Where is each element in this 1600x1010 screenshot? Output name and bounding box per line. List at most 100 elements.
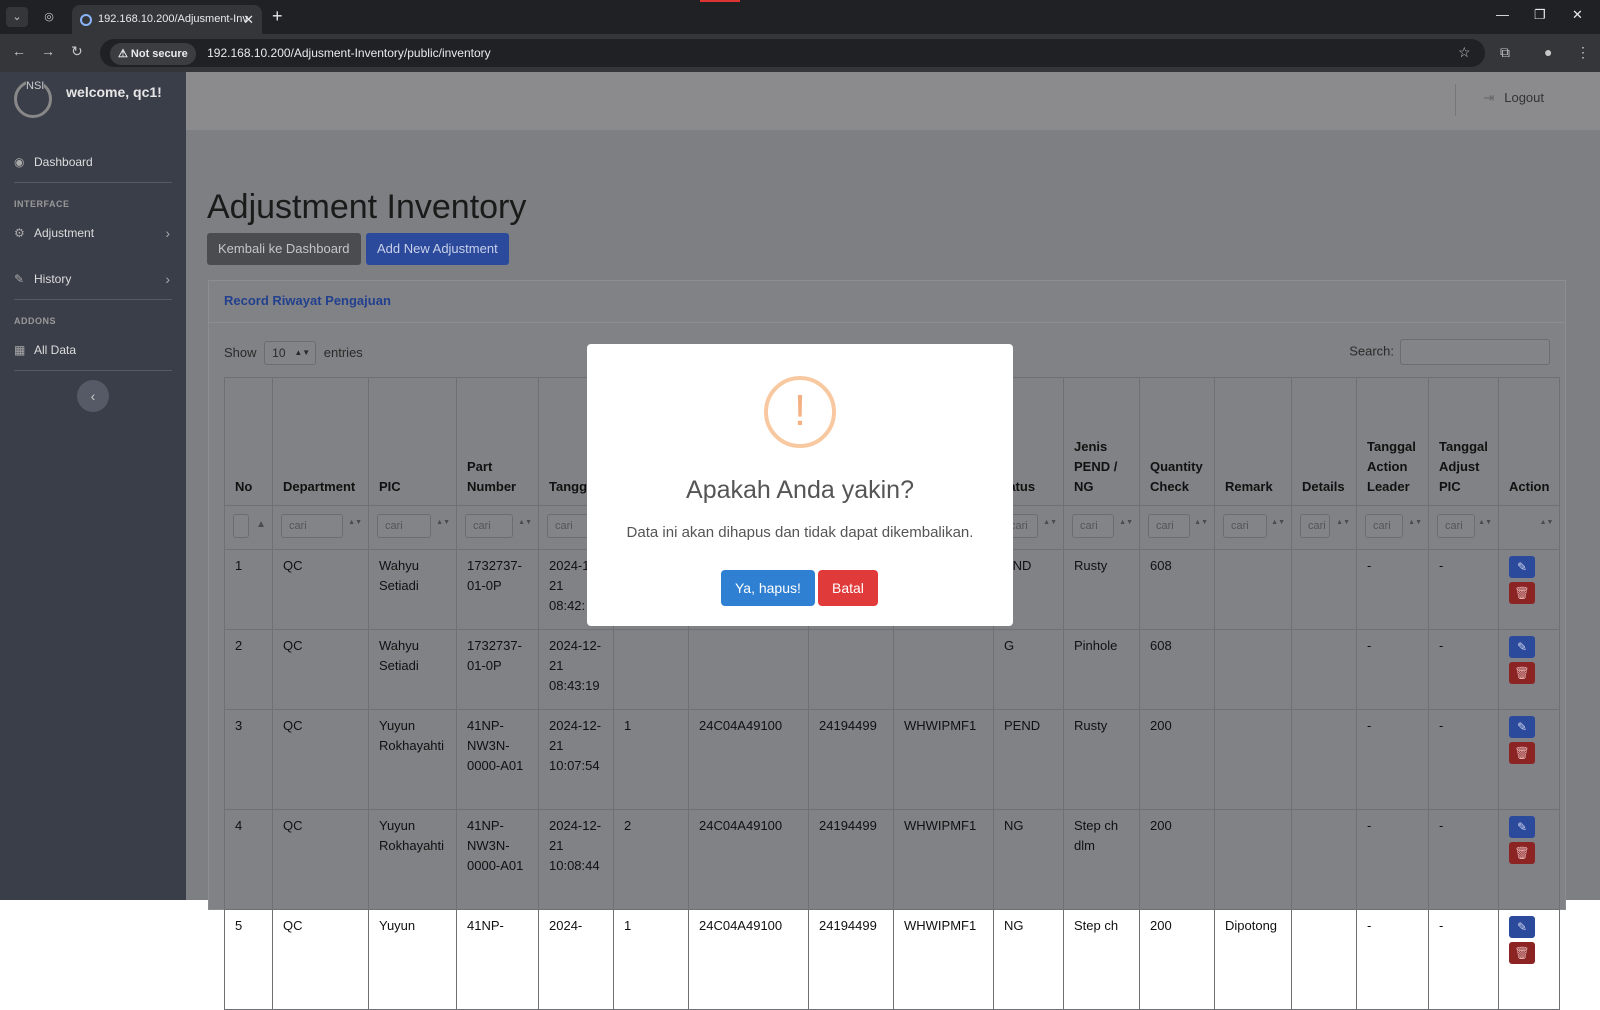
column-header[interactable]: Part Number <box>456 377 539 506</box>
cell-dept: QC <box>272 709 369 810</box>
not-secure-badge[interactable]: ⚠ Not secure <box>110 43 196 65</box>
sort-icon[interactable]: ▲▼ <box>436 519 450 526</box>
column-header[interactable]: Remark <box>1214 377 1292 506</box>
column-filter-input[interactable]: cari <box>547 514 589 538</box>
filter-cell: cari ▲▼ <box>368 505 457 550</box>
column-header[interactable]: Action <box>1497 377 1561 506</box>
sort-icon[interactable]: ▲▼ <box>1408 519 1422 526</box>
cell-qty: 608 <box>1139 629 1215 710</box>
delete-button[interactable]: 🗑 <box>1509 582 1535 604</box>
edit-button[interactable]: ✎ <box>1509 816 1535 838</box>
address-bar[interactable]: ⚠ Not secure 192.168.10.200/Adjusment-In… <box>100 39 1485 67</box>
column-filter-input[interactable]: cari <box>281 514 343 538</box>
sort-icon[interactable]: ▲▼ <box>348 519 362 526</box>
column-filter-input[interactable]: cari <box>1300 514 1330 538</box>
column-filter-input[interactable]: cari <box>1072 514 1114 538</box>
logout-button[interactable]: ⇥ Logout <box>1483 90 1544 106</box>
new-tab-button[interactable]: + <box>272 6 283 27</box>
minimize-icon[interactable]: — <box>1496 7 1509 22</box>
column-header[interactable]: PIC <box>368 377 457 506</box>
column-filter-input[interactable]: cari <box>465 514 513 538</box>
cell-status: G <box>993 629 1064 710</box>
bookmark-star-icon[interactable]: ☆ <box>1458 44 1471 61</box>
menu-icon[interactable]: ⋮ <box>1576 44 1590 61</box>
column-header[interactable]: Department <box>272 377 369 506</box>
edit-button[interactable]: ✎ <box>1509 916 1535 938</box>
sort-icon[interactable]: ▲ <box>256 519 266 530</box>
cell-no: 1 <box>224 549 273 630</box>
filter-cell: cari ▲▼ <box>1214 505 1292 550</box>
sidebar-toggle-button[interactable]: ‹ <box>77 380 109 412</box>
sidebar-item-dashboard[interactable]: ◉ Dashboard <box>0 142 186 182</box>
cell-qty: 200 <box>1139 909 1215 1010</box>
restore-icon[interactable]: ❐ <box>1534 7 1546 23</box>
sidebar-item-label: Dashboard <box>34 155 93 169</box>
column-filter-input[interactable]: cari <box>377 514 431 538</box>
tab-search-button[interactable]: ⌄ <box>6 7 28 27</box>
column-filter-input[interactable]: cari <box>1148 514 1190 538</box>
entries-select[interactable]: 10 ▲▼ <box>264 341 317 365</box>
column-filter-input[interactable]: cari <box>1437 514 1475 538</box>
dialog-title: Apakah Anda yakin? <box>686 476 914 504</box>
column-header[interactable]: Tanggal Action Leader <box>1356 377 1429 506</box>
sort-icon[interactable]: ▲▼ <box>1336 519 1350 526</box>
sidebar-item-adjustment[interactable]: ⚙ Adjustment › <box>0 213 186 253</box>
sort-icon[interactable]: ▲▼ <box>1194 519 1208 526</box>
column-filter-input[interactable] <box>233 514 249 538</box>
sort-icon[interactable]: ▲▼ <box>518 519 532 526</box>
cell-action: ✎ 🗑 <box>1497 629 1561 710</box>
delete-button[interactable]: 🗑 <box>1509 662 1535 684</box>
cancel-button[interactable]: Batal <box>818 570 878 606</box>
sort-icon[interactable]: ▲▼ <box>1271 519 1285 526</box>
back-to-dashboard-button[interactable]: Kembali ke Dashboard <box>207 233 361 265</box>
table-search: Search: <box>1349 339 1550 365</box>
cell-dept: QC <box>272 909 369 1010</box>
search-input[interactable] <box>1400 339 1550 365</box>
sort-icon[interactable]: ▲▼ <box>1119 519 1133 526</box>
sidebar-item-all-data[interactable]: ▦ All Data <box>0 330 186 370</box>
sidebar-heading-addons: ADDONS <box>14 316 57 326</box>
column-filter-input[interactable]: cari <box>1223 514 1267 538</box>
sidebar-item-label: History <box>34 272 72 286</box>
close-tab-icon[interactable]: ✕ <box>243 5 254 34</box>
column-header[interactable]: Quantity Check <box>1139 377 1215 506</box>
column-header[interactable]: No <box>224 377 273 506</box>
cell-jenis: Pinhole <box>1063 629 1140 710</box>
delete-button[interactable]: 🗑 <box>1509 742 1535 764</box>
cell-action: ✎ 🗑 <box>1497 909 1561 1010</box>
cell-c8 <box>893 629 994 710</box>
sort-icon[interactable]: ▲▼ <box>1540 519 1554 526</box>
close-window-icon[interactable]: ✕ <box>1572 7 1583 23</box>
column-header[interactable]: Details <box>1291 377 1357 506</box>
extensions-icon[interactable]: ⧉ <box>1500 44 1510 61</box>
edit-button[interactable]: ✎ <box>1509 556 1535 578</box>
cell-date: 2024-12-21 10:07:54 <box>538 709 614 810</box>
edit-button[interactable]: ✎ <box>1509 636 1535 658</box>
sort-icon[interactable]: ▲▼ <box>1043 519 1057 526</box>
sort-icon[interactable]: ▲▼ <box>1478 519 1492 526</box>
add-new-adjustment-button[interactable]: Add New Adjustment <box>366 233 509 265</box>
topbar: ⇥ Logout <box>186 72 1600 130</box>
cell-action: ✎ 🗑 <box>1497 549 1561 630</box>
confirm-delete-dialog: ! Apakah Anda yakin? Data ini akan dihap… <box>587 344 1013 626</box>
edit-button[interactable]: ✎ <box>1509 716 1535 738</box>
cell-no: 3 <box>224 709 273 810</box>
table-row: 3 QC Yuyun Rokhayahti 41NP-NW3N-0000-A01 202… <box>224 709 1561 810</box>
delete-button[interactable]: 🗑 <box>1509 842 1535 864</box>
filter-cell: cari▲▼ <box>1428 505 1499 550</box>
delete-button[interactable]: 🗑 <box>1509 942 1535 964</box>
cell-c6: 24C04A49100 <box>688 709 809 810</box>
profile-icon[interactable]: ● <box>1544 44 1552 60</box>
forward-icon[interactable]: → <box>41 43 55 59</box>
cell-date: 2024-12-21 10:08:44 <box>538 809 614 910</box>
cell-pic: Wahyu Setiadi <box>368 549 457 630</box>
column-header[interactable]: Tanggal Adjust PIC <box>1428 377 1499 506</box>
column-filter-input[interactable]: cari <box>1365 514 1403 538</box>
column-header[interactable]: Jenis PEND / NG <box>1063 377 1140 506</box>
confirm-delete-button[interactable]: Ya, hapus! <box>721 570 815 606</box>
sidebar-item-history[interactable]: ✎ History › <box>0 259 186 299</box>
cell-date: 2024- <box>538 909 614 1010</box>
back-icon[interactable]: ← <box>12 43 26 59</box>
browser-tab[interactable]: 192.168.10.200/Adjusment-Inv ✕ <box>72 5 262 34</box>
reload-icon[interactable]: ↻ <box>71 43 83 60</box>
